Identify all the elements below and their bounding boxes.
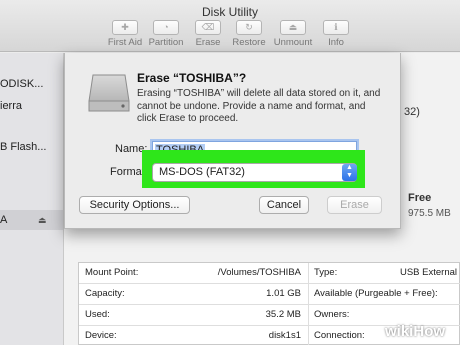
restore-label: Restore	[232, 37, 266, 48]
connection-label: Connection:	[314, 330, 365, 341]
capacity-label: Capacity:	[85, 288, 125, 299]
select-arrows-icon[interactable]: ▲ ▼	[342, 164, 357, 181]
partition-icon: ◔	[153, 20, 179, 35]
info-button[interactable]: ℹ Info	[313, 20, 359, 50]
capacity-value: 1.01 GB	[266, 288, 301, 299]
available-label: Available (Purgeable + Free):	[314, 288, 438, 299]
sidebar: ODISK... ierra B Flash... A ⏏	[0, 53, 64, 345]
partition-label: Partition	[148, 37, 184, 48]
unmount-button[interactable]: ⏏ Unmount	[270, 20, 316, 50]
used-label: Used:	[85, 309, 110, 320]
erase-toolbar-button[interactable]: ⌫ Erase	[185, 20, 231, 50]
mount-point-label: Mount Point:	[85, 267, 139, 278]
format-fragment: 32)	[404, 106, 420, 118]
erase-button[interactable]: Erase	[327, 196, 382, 214]
type-value: USB External	[399, 267, 457, 278]
wikihow-watermark: wikiHow	[385, 323, 445, 340]
used-value: 35.2 MB	[265, 309, 301, 320]
dialog-message: Erasing “TOSHIBA” will delete all data s…	[137, 88, 381, 124]
row-divider	[79, 283, 460, 284]
partition-button[interactable]: ◔ Partition	[143, 20, 189, 50]
row-divider	[79, 304, 460, 305]
security-options-button[interactable]: Security Options...	[79, 196, 190, 214]
cancel-button[interactable]: Cancel	[259, 196, 309, 214]
erase-dialog: Erase “TOSHIBA”? Erasing “TOSHIBA” will …	[64, 53, 401, 229]
format-label: Format	[110, 166, 145, 178]
watermark-suffix: How	[413, 323, 446, 340]
sidebar-item-toshiba[interactable]: A	[0, 214, 7, 226]
unmount-icon: ⏏	[280, 20, 306, 35]
restore-icon: ↻	[236, 20, 262, 35]
mount-point-value: /Volumes/TOSHIBA	[217, 267, 301, 278]
watermark-prefix: wiki	[385, 323, 414, 340]
free-label: Free	[408, 192, 432, 204]
first-aid-button[interactable]: ✚ First Aid	[102, 20, 148, 50]
info-icon: ℹ	[323, 20, 349, 35]
device-value: disk1s1	[268, 330, 301, 341]
device-label: Device:	[85, 330, 117, 341]
free-value: 975.5 MB	[408, 208, 451, 219]
sidebar-item-volume[interactable]: ierra	[0, 100, 22, 112]
erase-toolbar-label: Erase	[195, 37, 221, 48]
owners-label: Owners:	[314, 309, 350, 320]
sidebar-item-selected[interactable]	[0, 210, 63, 230]
unmount-label: Unmount	[273, 37, 313, 48]
first-aid-icon: ✚	[112, 20, 138, 35]
window-titlebar: Disk Utility ✚ First Aid ◔ Partition ⌫ E…	[0, 0, 460, 52]
dialog-title: Erase “TOSHIBA”?	[137, 71, 247, 85]
column-divider	[308, 263, 309, 345]
eject-icon[interactable]: ⏏	[38, 215, 47, 226]
first-aid-label: First Aid	[107, 37, 143, 48]
sidebar-item-disk[interactable]: ODISK...	[0, 78, 43, 90]
window-title: Disk Utility	[202, 5, 258, 19]
erase-icon: ⌫	[195, 20, 221, 35]
sidebar-item-flash[interactable]: B Flash...	[0, 141, 46, 153]
external-disk-icon	[88, 74, 130, 112]
format-select[interactable]: MS-DOS (FAT32)	[152, 163, 357, 182]
info-label: Info	[328, 37, 344, 48]
restore-button[interactable]: ↻ Restore	[226, 20, 272, 50]
type-label: Type:	[314, 267, 338, 278]
